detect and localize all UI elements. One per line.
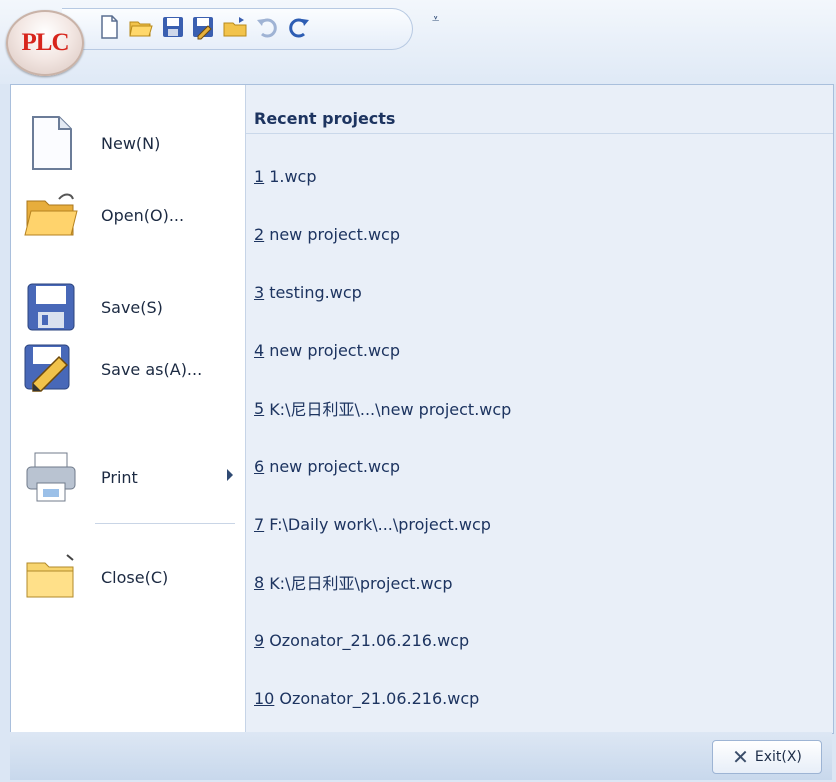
recent-project-number: 7 [254, 514, 265, 534]
recent-projects-title: Recent projects [254, 109, 396, 128]
recent-project-number: 2 [254, 224, 265, 244]
open-icon[interactable] [128, 14, 154, 40]
recent-project-item[interactable]: 9 Ozonator_21.06.216.wcp [254, 611, 824, 669]
recent-project-item[interactable]: 6 new project.wcp [254, 437, 824, 495]
menu-item-save-label: Save(S) [101, 297, 163, 317]
recent-project-name: K:\尼日利亚\...\new project.wcp [269, 400, 512, 419]
application-menu-button[interactable]: PLC [6, 10, 84, 76]
quick-access-toolbar: PLC ⩡ [0, 0, 836, 84]
printer-icon [19, 445, 83, 509]
menu-item-save[interactable]: Save(S) [19, 275, 239, 339]
new-document-icon [19, 111, 83, 175]
recent-project-item[interactable]: 3 testing.wcp [254, 263, 824, 321]
menu-item-close-label: Close(C) [101, 567, 169, 587]
menu-item-save-as-label: Save as(A)... [101, 359, 203, 379]
recent-project-name: K:\尼日利亚\project.wcp [269, 574, 453, 593]
menu-footer: ✕ Exit(X) [10, 732, 832, 780]
close-x-icon: ✕ [732, 745, 749, 769]
recent-project-name: Ozonator_21.06.216.wcp [269, 630, 470, 650]
command-pane: New(N) Open(O)... Save(S) Save as(A)... [11, 85, 246, 733]
menu-item-save-as[interactable]: Save as(A)... [19, 337, 239, 401]
recent-project-number: 6 [254, 456, 265, 476]
recent-project-number: 1 [254, 166, 265, 186]
recent-project-name: new project.wcp [269, 456, 400, 476]
recent-project-name: Ozonator_21.06.216.wcp [279, 688, 480, 708]
recent-project-name: new project.wcp [269, 340, 400, 360]
recent-project-name: new project.wcp [269, 224, 400, 244]
submenu-arrow-icon [227, 469, 233, 481]
customize-toolbar-icon[interactable]: ⩡ [432, 12, 439, 27]
menu-item-new[interactable]: New(N) [19, 111, 239, 175]
recent-project-item[interactable]: 4 new project.wcp [254, 321, 824, 379]
new-icon[interactable] [96, 14, 122, 40]
save-as-icon[interactable] [190, 14, 216, 40]
exit-button-label: Exit(X) [754, 749, 802, 765]
recent-project-number: 9 [254, 630, 265, 650]
application-menu: New(N) Open(O)... Save(S) Save as(A)... [10, 84, 834, 734]
open-folder-icon [19, 183, 83, 247]
open-folder-icon[interactable] [222, 14, 248, 40]
menu-item-open[interactable]: Open(O)... [19, 183, 239, 247]
recent-project-name: F:\Daily work\...\project.wcp [269, 514, 491, 534]
menu-separator [95, 523, 235, 524]
exit-button[interactable]: ✕ Exit(X) [712, 740, 822, 774]
recent-projects-divider [246, 133, 833, 134]
menu-item-close[interactable]: Close(C) [19, 545, 239, 609]
plc-logo: PLC [21, 29, 70, 56]
recent-project-item[interactable]: 7 F:\Daily work\...\project.wcp [254, 495, 824, 553]
floppy-disk-icon [19, 275, 83, 339]
recent-project-name: 1.wcp [269, 166, 317, 186]
recent-project-number: 5 [254, 398, 265, 418]
menu-item-print-label: Print [101, 467, 138, 487]
undo-icon[interactable] [254, 14, 280, 40]
redo-icon[interactable] [286, 14, 312, 40]
recent-project-number: 3 [254, 282, 265, 302]
recent-projects-pane: Recent projects 1 1.wcp 2 new project.wcp … [246, 85, 833, 733]
recent-project-name: testing.wcp [269, 282, 362, 302]
recent-project-item[interactable]: 5 K:\尼日利亚\...\new project.wcp [254, 379, 824, 437]
save-icon[interactable] [160, 14, 186, 40]
recent-project-item[interactable]: 2 new project.wcp [254, 205, 824, 263]
recent-project-number: 4 [254, 340, 265, 360]
recent-project-item[interactable]: 10 Ozonator_21.06.216.wcp [254, 669, 824, 727]
menu-item-print[interactable]: Print [19, 445, 239, 509]
menu-item-new-label: New(N) [101, 133, 161, 153]
menu-item-open-label: Open(O)... [101, 205, 185, 225]
recent-project-number: 8 [254, 572, 265, 592]
recent-project-item[interactable]: 8 K:\尼日利亚\project.wcp [254, 553, 824, 611]
close-folder-icon [19, 545, 83, 609]
save-as-icon [19, 337, 83, 401]
recent-project-item[interactable]: 1 1.wcp [254, 147, 824, 205]
recent-project-number: 10 [254, 688, 275, 708]
